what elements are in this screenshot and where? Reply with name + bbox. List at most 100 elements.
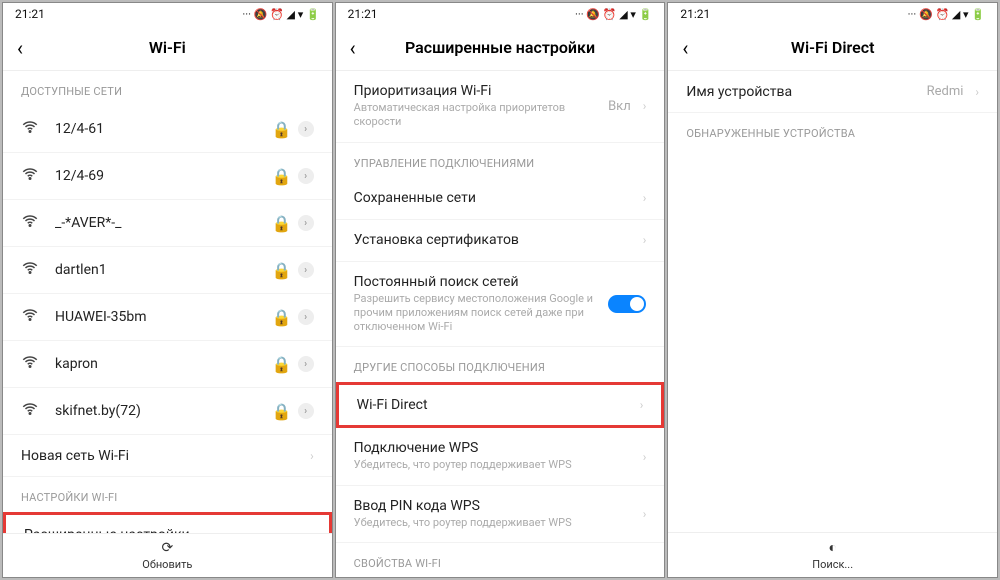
section-discovered: ОБНАРУЖЕННЫЕ УСТРОЙСТВА [668,113,997,148]
lock-icon: 🔒 [272,167,292,186]
saved-networks-label: Сохраненные сети [354,190,635,206]
network-row[interactable]: kapron🔒 › [3,341,332,388]
always-scan-toggle[interactable] [608,295,646,313]
network-row[interactable]: HUAWEI-35bm🔒 › [3,294,332,341]
chevron-right-icon: › [975,85,979,99]
chevron-right-icon: › [298,168,314,184]
wifi-icon [21,306,41,328]
wps-label: Подключение WPS [354,440,635,456]
network-name: 12/4-69 [55,168,272,184]
network-name: HUAWEI-35bm [55,309,272,325]
status-bar: 21:21 ··· 🔕 ⏰ ◢ ▾ 🔋 [336,3,665,25]
chevron-right-icon: › [643,191,647,205]
network-name: skifnet.by(72) [55,403,272,419]
chevron-right-icon: › [298,215,314,231]
section-settings: НАСТРОЙКИ WI-FI [3,477,332,512]
lock-icon: 🔒 [272,355,292,374]
status-time: 21:21 [15,7,45,21]
status-bar: 21:21 ··· 🔕 ⏰ ◢ ▾ 🔋 [3,3,332,25]
back-icon[interactable]: ‹ [350,36,356,60]
wps-row[interactable]: Подключение WPS Убедитесь, что роутер по… [336,428,665,485]
content: Имя устройства Redmi › ОБНАРУЖЕННЫЕ УСТР… [668,71,997,532]
network-row[interactable]: dartlen1🔒› [3,247,332,294]
wifi-direct-row[interactable]: Wi-Fi Direct › [336,382,665,428]
status-icons: ··· 🔕 ⏰ ◢ ▾ 🔋 [908,8,985,21]
install-certs-row[interactable]: Установка сертификатов › [336,220,665,262]
chevron-right-icon: › [298,356,314,372]
chevron-right-icon: › [298,403,314,419]
chevron-right-icon: › [643,233,647,247]
wifi-icon [21,400,41,422]
advanced-settings-row[interactable]: Расширенные настройки › [3,512,332,533]
lock-icon: 🔒 [272,261,292,280]
section-connections: УПРАВЛЕНИЕ ПОДКЛЮЧЕНИЯМИ [336,143,665,178]
phone-screen-advanced: 21:21 ··· 🔕 ⏰ ◢ ▾ 🔋 ‹ Расширенные настро… [335,2,666,578]
title-bar: ‹ Wi-Fi Direct [668,25,997,71]
lock-icon: 🔒 [272,214,292,233]
wifi-priority-row[interactable]: Приоритизация Wi-Fi Автоматическая настр… [336,71,665,143]
chevron-right-icon: › [298,262,314,278]
network-name: _-*AVER*-_ [55,215,272,231]
page-title: Расширенные настройки [405,38,595,57]
wps-pin-sub: Убедитесь, что роутер поддерживает WPS [354,516,635,530]
network-row[interactable]: skifnet.by(72)🔒 › [3,388,332,435]
wifi-priority-value: Вкл [608,99,631,114]
new-network-label: Новая сеть Wi-Fi [21,448,302,464]
section-wifi-props: СВОЙСТВА WI-FI [336,543,665,577]
chevron-right-icon: › [298,309,314,325]
phone-screen-wifi: 21:21 ··· 🔕 ⏰ ◢ ▾ 🔋 ‹ Wi-Fi ДОСТУПНЫЕ СЕ… [2,2,333,578]
section-networks: ДОСТУПНЫЕ СЕТИ [3,71,332,106]
install-certs-label: Установка сертификатов [354,232,635,248]
lock-icon: 🔒 [272,308,292,327]
back-icon[interactable]: ‹ [682,36,688,60]
status-icons: ··· 🔕 ⏰ ◢ ▾ 🔋 [242,8,319,21]
device-name-value: Redmi [927,84,964,99]
status-icons: ··· 🔕 ⏰ ◢ ▾ 🔋 [575,8,652,21]
chevron-right-icon: › [298,121,314,137]
wps-sub: Убедитесь, что роутер поддерживает WPS [354,458,635,472]
wifi-icon [21,353,41,375]
network-name: kapron [55,356,272,372]
wifi-direct-label: Wi-Fi Direct [357,397,632,413]
refresh-icon: ⟳ [161,540,173,556]
chevron-right-icon: › [643,507,647,521]
refresh-label: Обновить [142,558,192,571]
back-icon[interactable]: ‹ [17,36,23,60]
network-row[interactable]: 12/4-61🔒 › [3,106,332,153]
phone-screen-wifi-direct: 21:21 ··· 🔕 ⏰ ◢ ▾ 🔋 ‹ Wi-Fi Direct Имя у… [667,2,998,578]
wps-pin-row[interactable]: Ввод PIN кода WPS Убедитесь, что роутер … [336,486,665,543]
status-bar: 21:21 ··· 🔕 ⏰ ◢ ▾ 🔋 [668,3,997,25]
saved-networks-row[interactable]: Сохраненные сети › [336,178,665,220]
status-time: 21:21 [680,7,710,21]
search-button[interactable]: ◐ Поиск... [668,532,997,577]
wifi-icon [21,212,41,234]
wifi-icon [21,259,41,281]
wifi-icon [21,165,41,187]
wifi-icon [21,118,41,140]
chevron-right-icon: › [643,99,647,113]
content: Приоритизация Wi-Fi Автоматическая настр… [336,71,665,577]
network-row[interactable]: 12/4-69🔒 › [3,153,332,200]
always-scan-row[interactable]: Постоянный поиск сетей Разрешить сервису… [336,262,665,348]
new-network-row[interactable]: Новая сеть Wi-Fi › [3,435,332,477]
page-title: Wi-Fi Direct [791,38,875,57]
lock-icon: 🔒 [272,120,292,139]
wifi-priority-sub: Автоматическая настройка приоритетов ско… [354,101,608,130]
device-name-row[interactable]: Имя устройства Redmi › [668,71,997,113]
lock-icon: 🔒 [272,402,292,421]
status-time: 21:21 [348,7,378,21]
section-other: ДРУГИЕ СПОСОБЫ ПОДКЛЮЧЕНИЯ [336,347,665,382]
search-label: Поиск... [812,558,853,571]
refresh-button[interactable]: ⟳ Обновить [3,533,332,577]
always-scan-sub: Разрешить сервису местоположения Google … [354,292,609,335]
chevron-right-icon: › [643,450,647,464]
network-name: 12/4-61 [55,121,272,137]
chevron-right-icon: › [640,398,644,412]
device-name-label: Имя устройства [686,84,926,100]
always-scan-label: Постоянный поиск сетей [354,274,609,290]
network-row[interactable]: _-*AVER*-_🔒 › [3,200,332,247]
search-spinner-icon: ◐ [828,539,836,556]
page-title: Wi-Fi [149,38,186,57]
chevron-right-icon: › [310,449,314,463]
wifi-priority-label: Приоритизация Wi-Fi [354,83,608,99]
